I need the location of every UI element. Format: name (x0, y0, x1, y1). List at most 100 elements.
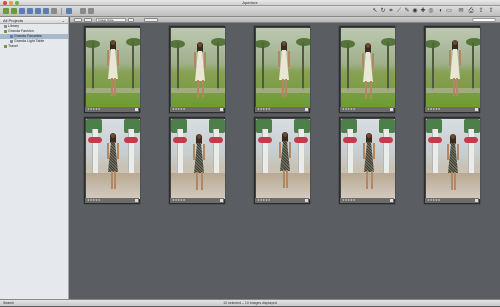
sidebar-item-label: Granda Light Table (14, 39, 45, 43)
thumbnail-2[interactable]: ★★★★★ (169, 26, 225, 113)
rating-stars[interactable]: ★★★★★ (172, 199, 185, 202)
full-screen-icon[interactable]: ▭ (446, 8, 452, 14)
photo-park-3 (256, 28, 310, 108)
thumbnail-info-bar: ★★★★★ (255, 198, 309, 203)
photo-street-1 (86, 119, 140, 199)
thumbnail-info-bar: ★★★★★ (425, 107, 479, 112)
export-icon[interactable]: ⇪ (478, 8, 484, 14)
sidebar-item-label: Granda Fashion (8, 29, 34, 33)
adjusted-badge-icon (220, 108, 223, 111)
chevron-down-icon[interactable]: ⌄ (62, 17, 65, 24)
search-input[interactable] (472, 18, 496, 22)
library-icon (4, 24, 7, 28)
book-icon[interactable] (35, 8, 41, 14)
thumbnail-10[interactable]: ★★★★★ (424, 117, 480, 204)
browser-pane: Image Date ★★★★★ ★★★★★ ★★★★★ ★★★★★ ★★★★★… (70, 17, 500, 299)
sort-direction-button[interactable] (128, 18, 134, 22)
projects-sidebar: All Projects ⌄ Library Granda Fashion Gr… (0, 17, 69, 299)
rotate-right-icon[interactable] (88, 8, 94, 14)
import-icon[interactable] (3, 8, 9, 14)
adjusted-badge-icon (475, 199, 478, 202)
sidebar-item-label: Library (8, 24, 19, 28)
adjust-icon[interactable]: ◐ (438, 8, 444, 14)
web-icon[interactable] (43, 8, 49, 14)
filter-button[interactable] (144, 18, 158, 22)
thumbnail-info-bar: ★★★★★ (170, 198, 224, 203)
patch-icon[interactable]: ✚ (420, 8, 426, 14)
aperture-window: Aperture ↖ ↻ ⌗ ⟋ ✎ ◉ ✚ ◎ ◐ ▭ ✉ ⎙ ⇪ ⇧ All… (0, 0, 500, 306)
project-icon (4, 44, 7, 48)
rating-stars[interactable]: ★★★★★ (257, 199, 270, 202)
sort-select[interactable]: Image Date (96, 18, 126, 22)
adjusted-badge-icon (475, 108, 478, 111)
new-album-icon[interactable] (19, 8, 25, 14)
print-icon[interactable]: ⎙ (468, 8, 474, 14)
lift-stamp-icon[interactable]: ✎ (404, 8, 410, 14)
rating-stars[interactable]: ★★★★★ (427, 199, 440, 202)
browser-control-bar: Image Date (70, 17, 500, 23)
main-toolbar: ↖ ↻ ⌗ ⟋ ✎ ◉ ✚ ◎ ◐ ▭ ✉ ⎙ ⇪ ⇧ (0, 6, 500, 17)
photo-park-2 (171, 28, 225, 108)
photo-park-1 (86, 28, 140, 108)
new-project-icon[interactable] (11, 8, 17, 14)
rotate-left-icon[interactable] (80, 8, 86, 14)
loupe-icon[interactable]: ◎ (428, 8, 434, 14)
thumbnail-8[interactable]: ★★★★★ (254, 117, 310, 204)
thumbnail-info-bar: ★★★★★ (255, 107, 309, 112)
photo-street-5 (426, 119, 480, 199)
thumbnail-info-bar: ★★★★★ (170, 107, 224, 112)
email-icon[interactable]: ✉ (458, 8, 464, 14)
adjusted-badge-icon (305, 108, 308, 111)
rating-stars[interactable]: ★★★★★ (342, 199, 355, 202)
thumbnail-4[interactable]: ★★★★★ (339, 26, 395, 113)
toolbar-divider (61, 8, 62, 15)
thumbnail-5[interactable]: ★★★★★ (424, 26, 480, 113)
thumbnail-6[interactable]: ★★★★★ (84, 117, 140, 204)
select-tool-icon[interactable]: ↖ (372, 8, 378, 14)
projects-header[interactable]: All Projects ⌄ (0, 17, 68, 24)
photo-park-5 (426, 28, 480, 108)
adjusted-badge-icon (135, 108, 138, 111)
photo-street-3 (256, 119, 310, 199)
sidebar-item-travel[interactable]: Travel (0, 44, 68, 49)
rating-stars[interactable]: ★★★★★ (172, 108, 185, 111)
redeye-icon[interactable]: ◉ (412, 8, 418, 14)
photo-street-2 (171, 119, 225, 199)
project-icon (4, 29, 7, 33)
thumbnail-9[interactable]: ★★★★★ (339, 117, 395, 204)
projects-header-label: All Projects (3, 18, 24, 23)
sidebar-item-label: Travel (8, 44, 18, 48)
adjusted-badge-icon (135, 199, 138, 202)
thumbnail-info-bar: ★★★★★ (340, 198, 394, 203)
rating-stars[interactable]: ★★★★★ (427, 108, 440, 111)
light-table-icon (10, 39, 13, 43)
rating-stars[interactable]: ★★★★★ (87, 108, 100, 111)
photo-park-4 (341, 28, 395, 108)
rating-stars[interactable]: ★★★★★ (342, 108, 355, 111)
stack-icon[interactable] (66, 8, 72, 14)
thumbnail-info-bar: ★★★★★ (425, 198, 479, 203)
thumbnail-1[interactable]: ★★★★★ (84, 26, 140, 113)
light-table-icon[interactable] (51, 8, 57, 14)
photo-street-4 (341, 119, 395, 199)
sidebar-item-label: Granda Favorites (14, 34, 42, 38)
thumbnail-info-bar: ★★★★★ (340, 107, 394, 112)
rating-stars[interactable]: ★★★★★ (87, 199, 100, 202)
rotate-tool-icon[interactable]: ↻ (380, 8, 386, 14)
album-icon (10, 34, 13, 38)
adjusted-badge-icon (390, 108, 393, 111)
grid-view-button[interactable] (74, 18, 82, 22)
thumbnail-3[interactable]: ★★★★★ (254, 26, 310, 113)
crop-tool-icon[interactable]: ⌗ (388, 8, 394, 14)
thumbnail-info-bar: ★★★★★ (85, 198, 139, 203)
list-view-button[interactable] (84, 18, 92, 22)
adjusted-badge-icon (390, 199, 393, 202)
new-smart-album-icon[interactable] (27, 8, 33, 14)
share-icon[interactable]: ⇧ (488, 8, 494, 14)
straighten-tool-icon[interactable]: ⟋ (396, 8, 402, 14)
adjusted-badge-icon (305, 199, 308, 202)
adjusted-badge-icon (220, 199, 223, 202)
thumbnail-info-bar: ★★★★★ (85, 107, 139, 112)
rating-stars[interactable]: ★★★★★ (257, 108, 270, 111)
thumbnail-7[interactable]: ★★★★★ (169, 117, 225, 204)
